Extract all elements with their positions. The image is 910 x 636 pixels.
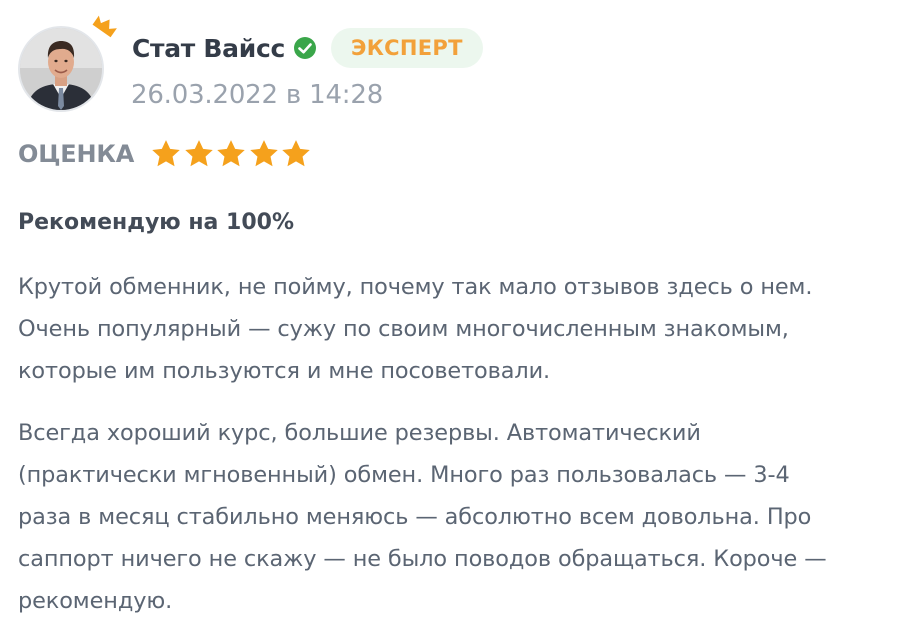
review-line: которые им пользуются и мне посоветовали…: [18, 358, 551, 384]
rating-stars: [150, 138, 313, 170]
author-avatar-container[interactable]: [18, 15, 117, 112]
star-icon: [184, 140, 213, 167]
rating-row: ОЦЕНКА: [18, 136, 313, 172]
review-paragraph-2: Всегда хороший курс, большие резервы. Ав…: [18, 412, 908, 622]
review-title: Рекомендую на 100%: [18, 210, 295, 235]
author-name[interactable]: Стат Вайсс: [132, 34, 285, 63]
avatar-photo: [20, 28, 102, 110]
review-line: раза в месяц стабильно меняюсь — абсолют…: [18, 504, 812, 530]
author-header: Стат Вайсс ЭКСПЕРТ: [132, 28, 483, 68]
avatar[interactable]: [18, 26, 104, 112]
review-line: Очень популярный — сужу по своим многочи…: [18, 316, 789, 342]
star-icon: [282, 140, 310, 167]
expert-badge: ЭКСПЕРТ: [330, 28, 483, 68]
review-line: Крутой обменник, не пойму, почему так ма…: [18, 274, 813, 300]
star-icon: [217, 140, 245, 167]
star-icon: [152, 140, 180, 167]
review-date: 26.03.2022 в 14:28: [131, 80, 384, 110]
star-icon: [249, 140, 278, 167]
review-line: (практически мгновенный) обмен. Много ра…: [18, 462, 790, 488]
review-line: Всегда хороший курс, большие резервы. Ав…: [18, 420, 701, 446]
review-line: саппорт ничего не скажу — не было поводо…: [18, 546, 827, 572]
crown-icon: [92, 15, 117, 38]
verified-check-icon: [293, 37, 316, 59]
review-line: рекомендую.: [18, 588, 173, 614]
rating-label: ОЦЕНКА: [18, 140, 135, 168]
review-paragraph-1: Крутой обменник, не пойму, почему так ма…: [18, 266, 908, 392]
